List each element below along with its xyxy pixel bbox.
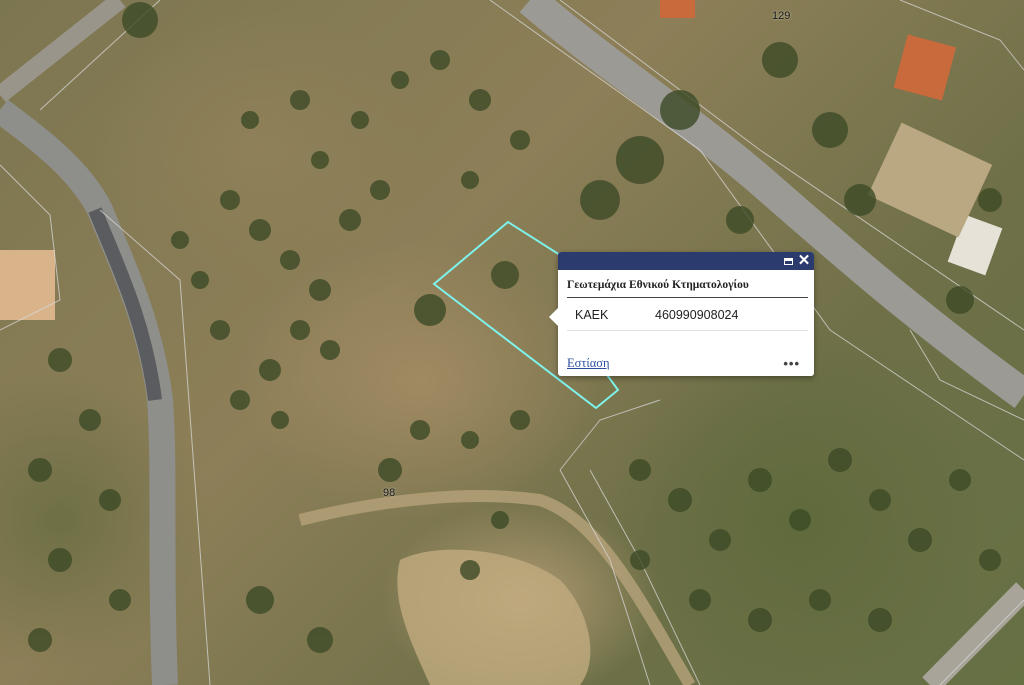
attribute-value: 460990908024: [655, 308, 739, 322]
more-options-button[interactable]: •••: [783, 356, 800, 371]
parcel-label: 129: [772, 10, 791, 22]
close-icon[interactable]: ✕: [796, 253, 812, 269]
parcel-label: 98: [383, 487, 396, 499]
house-roof-3: [0, 250, 55, 320]
popup-footer: Εστίαση •••: [567, 356, 800, 371]
parcel-info-popup: ✕ Γεωτεμάχια Εθνικού Κτηματολογίου ΚΑΕΚ …: [549, 252, 814, 376]
zoom-to-link[interactable]: Εστίαση: [567, 356, 610, 371]
popup-pointer: [549, 308, 558, 326]
road-bottom-right: [922, 582, 1024, 685]
attribute-row: ΚΑΕΚ 460990908024: [567, 298, 808, 331]
popup-title: Γεωτεμάχια Εθνικού Κτηματολογίου: [567, 279, 808, 298]
road-top-left: [0, 0, 126, 103]
satellite-map[interactable]: 129 98 ✕ Γεωτεμάχια Εθνικού Κτηματολογίο…: [0, 0, 1024, 685]
road-left: [0, 99, 178, 685]
maximize-icon[interactable]: [780, 253, 796, 269]
house-roof-4: [660, 0, 695, 18]
attribute-key: ΚΑΕΚ: [575, 308, 609, 322]
map-layer: [0, 0, 1024, 685]
popup-header: ✕: [558, 252, 814, 270]
house-roof-1: [893, 34, 957, 101]
dirt-patch: [397, 549, 591, 685]
